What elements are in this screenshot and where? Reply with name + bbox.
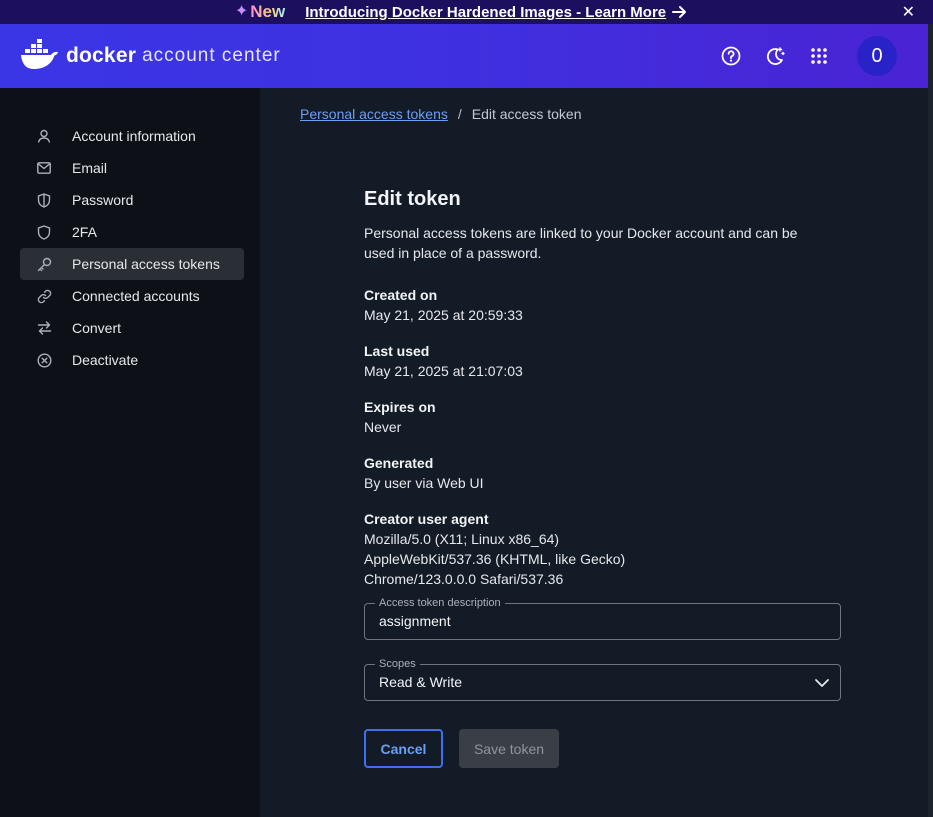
token-description-input[interactable]: Access token description assignment [364, 596, 841, 640]
docker-logo[interactable]: docker account center [20, 38, 281, 74]
created-on-value: May 21, 2025 at 20:59:33 [364, 307, 523, 323]
expires-on-value: Never [364, 419, 402, 435]
scopes-select[interactable]: Scopes Read & Write [364, 657, 841, 701]
token-description-label: Access token description [375, 596, 505, 610]
cancel-button[interactable]: Cancel [364, 729, 443, 768]
banner-link[interactable]: Introducing Docker Hardened Images - Lea… [305, 4, 666, 21]
breadcrumb-link-personal-access-tokens[interactable]: Personal access tokens [300, 106, 448, 122]
sidebar-item-password[interactable]: Password [20, 184, 244, 216]
header-actions: 0 [703, 24, 897, 88]
announcement-banner: ✦ New Introducing Docker Hardened Images… [0, 0, 933, 24]
arrow-right-icon [672, 5, 688, 19]
last-used-field: Last used May 21, 2025 at 21:07:03 [364, 341, 841, 381]
user-icon [36, 128, 52, 144]
last-used-value: May 21, 2025 at 21:07:03 [364, 363, 523, 379]
creator-agent-field: Creator user agent Mozilla/5.0 (X11; Lin… [364, 509, 841, 589]
mail-icon [36, 160, 52, 176]
page-description: Personal access tokens are linked to you… [364, 225, 798, 261]
shield-half-icon [36, 192, 52, 208]
banner-close-button[interactable]: ✕ [902, 0, 915, 24]
user-avatar[interactable]: 0 [857, 36, 897, 76]
chevron-down-icon [814, 675, 830, 696]
form-actions: Cancel Save token [364, 729, 841, 768]
sidebar-item-label: Connected accounts [72, 288, 200, 304]
shield-icon [36, 224, 52, 240]
creator-agent-line: Mozilla/5.0 (X11; Linux x86_64) [364, 531, 560, 547]
sidebar-item-deactivate[interactable]: Deactivate [20, 344, 244, 376]
sidebar-nav: Account information Email Password 2FA P… [0, 88, 260, 817]
created-on-label: Created on [364, 287, 438, 303]
brand-name: docker [66, 44, 137, 67]
banner-content: ✦ New Introducing Docker Hardened Images… [235, 2, 688, 22]
sidebar-item-email[interactable]: Email [20, 152, 244, 184]
created-on-field: Created on May 21, 2025 at 20:59:33 [364, 285, 841, 325]
docker-whale-icon [20, 38, 60, 74]
creator-agent-line: Chrome/123.0.0.0 Safari/537.36 [364, 571, 564, 587]
creator-agent-line: AppleWebKit/537.36 (KHTML, like Gecko) [364, 551, 626, 567]
new-badge: New [250, 2, 286, 21]
generated-label: Generated [364, 455, 434, 471]
theme-toggle-icon[interactable] [759, 40, 791, 72]
last-used-label: Last used [364, 343, 430, 359]
creator-agent-label: Creator user agent [364, 511, 489, 527]
sidebar-item-convert[interactable]: Convert [20, 312, 244, 344]
sparkle-icon: ✦ [234, 3, 249, 20]
link-icon [36, 288, 52, 304]
expires-on-field: Expires on Never [364, 397, 841, 437]
breadcrumb-current: Edit access token [471, 106, 582, 122]
page-title: Edit token [364, 188, 461, 210]
token-description-value: assignment [379, 613, 451, 629]
breadcrumb-separator: / [457, 106, 462, 122]
main-content: Personal access tokens / Edit access tok… [260, 88, 928, 817]
edit-token-form: Edit token Personal access tokens are li… [364, 188, 841, 768]
sidebar-item-label: Convert [72, 320, 122, 336]
convert-arrows-icon [36, 320, 52, 336]
sidebar-item-label: Password [72, 192, 134, 208]
brand-subtitle: account center [142, 45, 281, 66]
sidebar-item-label: Personal access tokens [72, 256, 220, 272]
scopes-label: Scopes [375, 657, 420, 671]
page-scrollbar[interactable] [928, 24, 933, 817]
help-icon[interactable] [715, 40, 747, 72]
sidebar-item-account-information[interactable]: Account information [20, 120, 244, 152]
x-circle-icon [36, 352, 52, 368]
generated-field: Generated By user via Web UI [364, 453, 841, 493]
sidebar-item-personal-access-tokens[interactable]: Personal access tokens [20, 248, 244, 280]
sidebar-item-connected-accounts[interactable]: Connected accounts [20, 280, 244, 312]
scopes-value: Read & Write [379, 674, 462, 690]
expires-on-label: Expires on [364, 399, 436, 415]
apps-grid-icon[interactable] [803, 40, 835, 72]
top-header: docker account center 0 [0, 24, 933, 88]
breadcrumb: Personal access tokens / Edit access tok… [300, 106, 581, 122]
sidebar-item-label: Account information [72, 128, 196, 144]
sidebar-item-2fa[interactable]: 2FA [20, 216, 244, 248]
sidebar-item-label: Deactivate [72, 352, 139, 368]
sidebar-item-label: Email [72, 160, 108, 176]
generated-value: By user via Web UI [364, 475, 484, 491]
key-icon [36, 256, 52, 272]
save-token-button[interactable]: Save token [459, 729, 559, 768]
sidebar-item-label: 2FA [72, 224, 97, 240]
